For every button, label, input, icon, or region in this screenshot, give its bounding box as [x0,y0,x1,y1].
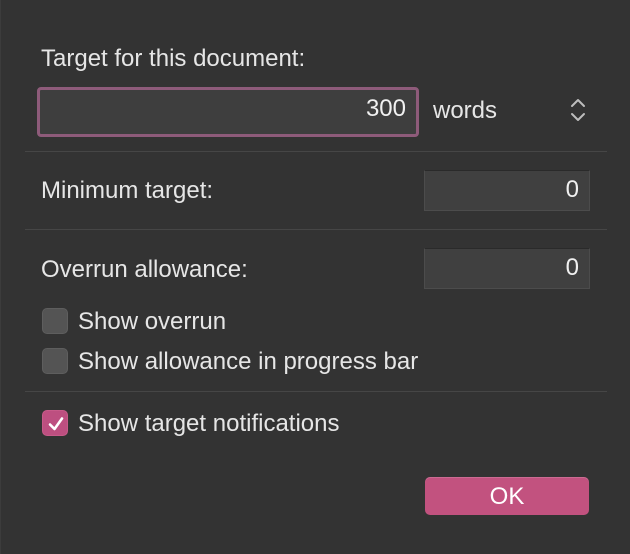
separator [25,151,607,152]
separator [25,391,607,392]
overrun-allowance-input[interactable]: 0 [424,248,590,289]
show-overrun-checkbox[interactable] [42,308,68,334]
minimum-target-input[interactable]: 0 [424,170,590,211]
minimum-target-label: Minimum target: [41,177,214,204]
show-notifications-label[interactable]: Show target notifications [78,410,339,438]
separator [25,229,607,230]
unit-select-value[interactable]: words [433,97,497,125]
show-allowance-checkbox[interactable] [42,348,68,374]
show-allowance-label[interactable]: Show allowance in progress bar [78,348,418,376]
show-overrun-label[interactable]: Show overrun [78,308,226,336]
overrun-allowance-label: Overrun allowance: [41,256,248,283]
target-value-input[interactable]: 300 [37,87,419,137]
document-target-dialog: Target for this document: 300 words Mini… [0,0,630,554]
target-label: Target for this document: [41,45,306,72]
checkmark-icon [48,417,64,431]
show-notifications-checkbox[interactable] [42,410,68,436]
ok-button[interactable]: OK [425,477,589,515]
unit-select-chevron-icon[interactable] [567,94,589,126]
